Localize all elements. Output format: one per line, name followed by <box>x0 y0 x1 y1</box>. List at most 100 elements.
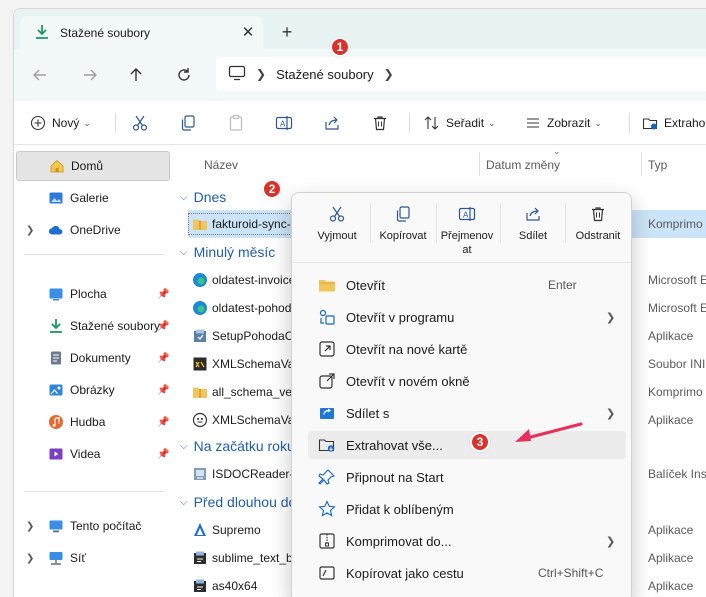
sidebar-item-label: Dokumenty <box>70 351 131 365</box>
view-button[interactable]: Zobrazit ⌄ <box>525 111 602 135</box>
svg-text:A: A <box>280 120 286 129</box>
installer-icon <box>192 550 208 566</box>
refresh-icon[interactable] <box>172 63 196 87</box>
chevron-right-icon: ❯ <box>606 311 616 324</box>
sort-button[interactable]: Seřadit ⌄ <box>424 111 496 135</box>
sidebar-item-network[interactable]: ❯ Síť <box>16 543 170 573</box>
up-arrow-icon[interactable] <box>124 63 148 87</box>
menu-item-label: Kopírovat jako cestu <box>346 565 464 581</box>
sidebar-item-videos[interactable]: Videa 📌 <box>16 439 170 469</box>
menu-item-pin-to-start[interactable]: Připnout na Start <box>308 463 626 491</box>
rename-button[interactable]: A <box>275 111 293 135</box>
group-header-long-ago[interactable]: ⌵ Před dlouhou do <box>180 492 296 512</box>
menu-item-open[interactable]: Otevřít Enter <box>308 271 626 299</box>
copy-label: Kopírovat <box>379 230 427 242</box>
column-header-date[interactable]: Datum změny <box>486 158 560 172</box>
menu-item-compress-to[interactable]: Komprimovat do... ❯ <box>308 527 626 555</box>
group-header-last-month[interactable]: ⌵ Minulý měsíc <box>180 242 275 262</box>
file-type: Aplikace <box>648 551 694 565</box>
plus-icon[interactable]: + <box>277 22 297 42</box>
breadcrumb-downloads[interactable]: Stažené soubory <box>276 67 374 82</box>
cut-action[interactable]: Vyjmout <box>306 201 368 261</box>
sidebar-item-onedrive[interactable]: ❯ OneDrive <box>16 215 170 245</box>
chevron-right-icon: ❯ <box>256 67 267 81</box>
cut-button[interactable] <box>131 111 149 135</box>
application-icon <box>192 412 208 428</box>
pin-icon[interactable]: 📌 <box>157 417 169 428</box>
action-divider <box>565 203 566 243</box>
sidebar-item-label: OneDrive <box>70 223 121 237</box>
file-type: Aplikace <box>648 579 694 593</box>
annotation-badge-1: 1 <box>330 37 350 57</box>
group-header-today[interactable]: ⌵ Dnes <box>180 187 226 207</box>
column-header-name[interactable]: Název <box>204 158 238 172</box>
sidebar-item-desktop[interactable]: Plocha 📌 <box>16 279 170 309</box>
chevron-down-icon: ⌄ <box>488 117 496 128</box>
menu-item-open-new-window[interactable]: Otevřít v novém okně <box>308 367 626 395</box>
cut-label: Vyjmout <box>317 230 357 242</box>
open-with-icon <box>318 308 336 326</box>
column-divider[interactable] <box>479 152 480 176</box>
sidebar-item-downloads[interactable]: Stažené soubory 📌 <box>16 311 170 341</box>
clipboard-icon <box>229 114 243 131</box>
sidebar-item-gallery[interactable]: Galerie <box>16 183 170 213</box>
home-icon <box>49 158 65 174</box>
context-menu: Vyjmout Kopírovat A Přejmenov at Sdílet … <box>291 192 632 597</box>
sidebar-item-music[interactable]: Hudba 📌 <box>16 407 170 437</box>
pin-icon[interactable]: 📌 <box>157 321 169 332</box>
share-button[interactable] <box>323 111 341 135</box>
chevron-right-icon[interactable]: ❯ <box>26 225 34 236</box>
pin-icon[interactable]: 📌 <box>157 353 169 364</box>
zip-folder-icon <box>192 384 208 400</box>
sidebar-item-home[interactable]: Domů <box>16 151 170 181</box>
menu-item-open-new-tab[interactable]: Otevřít na nové kartě <box>308 335 626 363</box>
delete-action[interactable]: Odstranit <box>567 201 629 261</box>
chevron-right-icon[interactable]: ❯ <box>384 67 394 81</box>
close-icon[interactable]: ✕ <box>239 24 257 42</box>
new-button[interactable]: Nový ⌄ <box>30 111 91 135</box>
back-arrow-icon[interactable] <box>28 63 52 87</box>
download-icon <box>48 318 64 334</box>
menu-item-copy-as-path[interactable]: Kopírovat jako cestu Ctrl+Shift+C <box>308 559 626 587</box>
file-type: Komprimo <box>648 385 703 399</box>
pin-icon <box>318 468 336 486</box>
copy-action[interactable]: Kopírovat <box>372 201 434 261</box>
forward-arrow-icon[interactable] <box>78 63 102 87</box>
share-label: Sdílet <box>518 230 548 242</box>
rename-action[interactable]: A Přejmenov at <box>436 201 498 261</box>
pin-icon[interactable]: 📌 <box>157 289 169 300</box>
file-type: Aplikace <box>648 329 694 343</box>
file-name: Supremo <box>212 523 261 537</box>
edge-icon <box>192 300 208 316</box>
copy-button[interactable] <box>179 111 197 135</box>
pin-icon[interactable]: 📌 <box>157 449 169 460</box>
share-action[interactable]: Sdílet <box>502 201 564 261</box>
desktop-icon <box>48 286 64 302</box>
chevron-down-icon: ⌵ <box>180 191 188 203</box>
chevron-right-icon[interactable]: ❯ <box>26 553 34 564</box>
menu-item-open-with[interactable]: Otevřít v programu ❯ <box>308 303 626 331</box>
installer-icon <box>192 578 208 594</box>
tab-downloads[interactable]: Stažené soubory ✕ <box>20 16 263 50</box>
new-tab-icon <box>318 340 336 358</box>
music-icon <box>48 414 64 430</box>
delete-label: Odstranit <box>575 230 621 242</box>
network-icon <box>48 550 64 566</box>
sidebar-item-this-pc[interactable]: ❯ Tento počítač <box>16 511 170 541</box>
pin-icon[interactable]: 📌 <box>157 385 169 396</box>
sidebar-item-pictures[interactable]: Obrázky 📌 <box>16 375 170 405</box>
chevron-right-icon[interactable]: ❯ <box>26 521 34 532</box>
menu-item-add-to-favorites[interactable]: Přidat k oblíbeným <box>308 495 626 523</box>
toolbar-divider <box>409 113 410 133</box>
paste-button[interactable] <box>227 111 245 135</box>
group-header-year-start[interactable]: ⌵ Na začátku roku <box>180 436 295 456</box>
sidebar-item-documents[interactable]: Dokumenty 📌 <box>16 343 170 373</box>
delete-button[interactable] <box>371 111 389 135</box>
address-bar[interactable]: ❯ Stažené soubory ❯ <box>216 57 706 91</box>
edge-icon <box>192 272 208 288</box>
column-header-type[interactable]: Typ <box>648 158 667 172</box>
extract-button[interactable]: Extraho <box>642 111 705 135</box>
column-divider[interactable] <box>641 152 642 176</box>
chevron-down-icon: ⌄ <box>553 146 561 156</box>
chevron-right-icon: ❯ <box>606 535 616 548</box>
